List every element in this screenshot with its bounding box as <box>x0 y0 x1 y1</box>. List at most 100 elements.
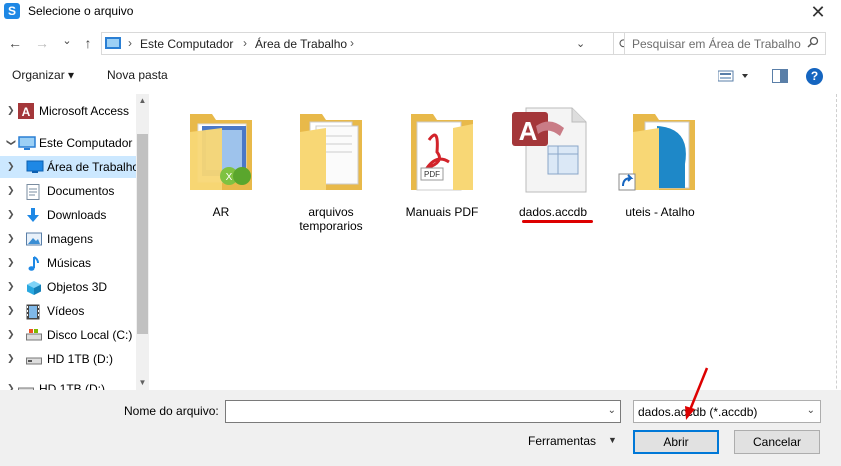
svg-text:X: X <box>226 172 233 183</box>
back-button[interactable]: ← <box>6 34 24 52</box>
file-item-dados-accdb[interactable]: A dados.accdb <box>508 102 598 232</box>
sidebar-item-label: Objetos 3D <box>47 280 108 294</box>
chevron-right-icon[interactable]: ❯ <box>7 209 15 220</box>
help-icon[interactable]: ? <box>806 68 823 85</box>
address-row: ← → ⌄ ↑ › Este Computador › Área de Trab… <box>0 28 841 58</box>
computer-icon <box>18 136 36 150</box>
open-button[interactable]: Abrir <box>633 430 719 454</box>
sidebar-item-label: HD 1TB (D:) <box>47 352 113 366</box>
downloads-icon <box>26 208 42 222</box>
sidebar-item-imagens[interactable]: ❯ Imagens <box>0 228 136 250</box>
desktop-icon <box>26 160 44 174</box>
file-item-label: arquivos temporarios <box>299 205 363 233</box>
change-view-icon[interactable] <box>717 69 750 86</box>
organize-button[interactable]: Organizar ▾ <box>12 68 74 82</box>
breadcrumb-area-de-trabalho[interactable]: Área de Trabalho <box>255 37 347 51</box>
sidebar-item-area-de-trabalho[interactable]: ❯ Área de Trabalho <box>0 156 140 178</box>
sidebar-item-microsoft-access[interactable]: ❯ A Microsoft Access <box>0 100 136 122</box>
scrollbar-thumb[interactable] <box>137 134 148 334</box>
chevron-right-icon[interactable]: ❯ <box>7 353 15 364</box>
sidebar-item-label: Disco Local (C:) <box>47 328 133 342</box>
sidebar-item-objetos-3d[interactable]: ❯ Objetos 3D <box>0 276 136 298</box>
recent-locations-button[interactable]: ⌄ <box>58 32 76 50</box>
drive-icon <box>18 382 34 390</box>
music-icon <box>26 256 42 271</box>
cancel-button[interactable]: Cancelar <box>734 430 820 454</box>
folder-pdf-icon: PDF <box>411 114 473 191</box>
sidebar-item-hd-1tb[interactable]: ❯ HD 1TB (D:) <box>0 348 136 370</box>
access-database-icon: A <box>512 107 587 193</box>
toolbar: Organizar ▾ Nova pasta ? <box>0 62 841 90</box>
sidebar-item-downloads[interactable]: ❯ Downloads <box>0 204 136 226</box>
objects-3d-icon <box>26 280 42 295</box>
drive-icon <box>26 328 42 342</box>
navigation-scrollbar[interactable]: ▲ ▼ <box>136 94 149 390</box>
breadcrumb-separator: › <box>243 36 247 50</box>
chevron-down-icon[interactable]: ❯ <box>5 139 16 147</box>
file-item-uteis-atalho[interactable]: uteis - Atalho <box>615 102 705 232</box>
filename-label: Nome do arquivo: <box>124 404 219 418</box>
close-button[interactable]: ✕ <box>795 0 841 26</box>
sidebar-item-label: Vídeos <box>47 304 85 318</box>
file-item-manuais-pdf[interactable]: PDF Manuais PDF <box>397 102 487 232</box>
sidebar-item-hd-1tb-network[interactable]: ❯ HD 1TB (D:) <box>0 378 136 390</box>
chevron-right-icon[interactable]: ❯ <box>7 185 15 196</box>
chevron-right-icon[interactable]: ❯ <box>7 105 15 116</box>
search-placeholder: Pesquisar em Área de Trabalho <box>632 37 801 51</box>
filename-input[interactable]: ⌄ <box>225 400 621 423</box>
sidebar-item-label: Downloads <box>47 208 107 222</box>
access-icon: A <box>18 103 34 119</box>
new-folder-button[interactable]: Nova pasta <box>107 68 168 82</box>
folder-shortcut-icon <box>618 114 695 191</box>
preview-pane-icon[interactable] <box>772 69 788 86</box>
chevron-right-icon[interactable]: ❯ <box>7 383 15 390</box>
file-type-value: dados.accdb (*.accdb) <box>638 405 758 419</box>
sidebar-item-musicas[interactable]: ❯ Músicas <box>0 252 136 274</box>
chevron-right-icon[interactable]: ❯ <box>7 329 15 340</box>
navigation-pane: ❯ A Microsoft Access ❯ Este Computador ❯… <box>0 94 150 390</box>
sidebar-item-videos[interactable]: ❯ Vídeos <box>0 300 136 322</box>
folder-icon: X <box>190 114 252 190</box>
file-item-ar[interactable]: X AR <box>176 102 266 232</box>
chevron-down-icon[interactable]: ⌄ <box>807 405 815 416</box>
sidebar-item-label: Músicas <box>47 256 92 270</box>
sidebar-item-label: Área de Trabalho <box>47 160 140 174</box>
chevron-down-icon[interactable]: ⌄ <box>608 405 616 416</box>
file-item-label: AR <box>212 205 230 219</box>
search-input[interactable]: Pesquisar em Área de Trabalho <box>624 32 826 55</box>
sidebar-item-label: Imagens <box>47 232 94 246</box>
breadcrumb-separator: › <box>350 36 354 50</box>
window-title: Selecione o arquivo <box>28 4 134 18</box>
sidebar-item-label: Este Computador <box>39 136 133 150</box>
breadcrumb-este-computador[interactable]: Este Computador <box>140 37 233 51</box>
sidebar-item-documentos[interactable]: ❯ Documentos <box>0 180 136 202</box>
file-item-label: dados.accdb <box>518 205 588 219</box>
chevron-right-icon[interactable]: ❯ <box>7 257 15 268</box>
bottom-panel: Nome do arquivo: ⌄ dados.accdb (*.accdb)… <box>0 390 841 466</box>
chevron-right-icon[interactable]: ❯ <box>7 305 15 316</box>
folder-icon <box>300 114 362 190</box>
chevron-right-icon[interactable]: ❯ <box>7 161 15 172</box>
svg-text:A: A <box>22 105 31 119</box>
file-item-label: Manuais PDF <box>405 205 479 219</box>
svg-text:PDF: PDF <box>424 170 440 179</box>
address-bar[interactable]: › Este Computador › Área de Trabalho › ⌄ <box>101 32 614 55</box>
drive-icon <box>26 352 42 366</box>
images-icon <box>26 232 42 246</box>
svg-text:A: A <box>519 116 538 146</box>
sidebar-item-label: Documentos <box>47 184 115 198</box>
address-dropdown-icon[interactable]: ⌄ <box>576 37 585 50</box>
scroll-up-icon[interactable]: ▲ <box>136 96 149 105</box>
sidebar-item-este-computador[interactable]: ❯ Este Computador <box>0 132 136 154</box>
scroll-down-icon[interactable]: ▼ <box>136 378 149 387</box>
tools-button[interactable]: Ferramentas <box>528 434 596 448</box>
chevron-right-icon[interactable]: ❯ <box>7 233 15 244</box>
tools-dropdown-icon[interactable]: ▼ <box>608 435 617 445</box>
file-type-select[interactable]: dados.accdb (*.accdb) ⌄ <box>633 400 821 423</box>
search-icon[interactable] <box>807 36 819 51</box>
forward-button[interactable]: → <box>33 34 51 52</box>
chevron-right-icon[interactable]: ❯ <box>7 281 15 292</box>
file-item-arquivos-temporarios[interactable]: arquivos temporarios <box>286 102 376 233</box>
up-button[interactable]: ↑ <box>79 34 97 52</box>
sidebar-item-disco-local[interactable]: ❯ Disco Local (C:) <box>0 324 136 346</box>
